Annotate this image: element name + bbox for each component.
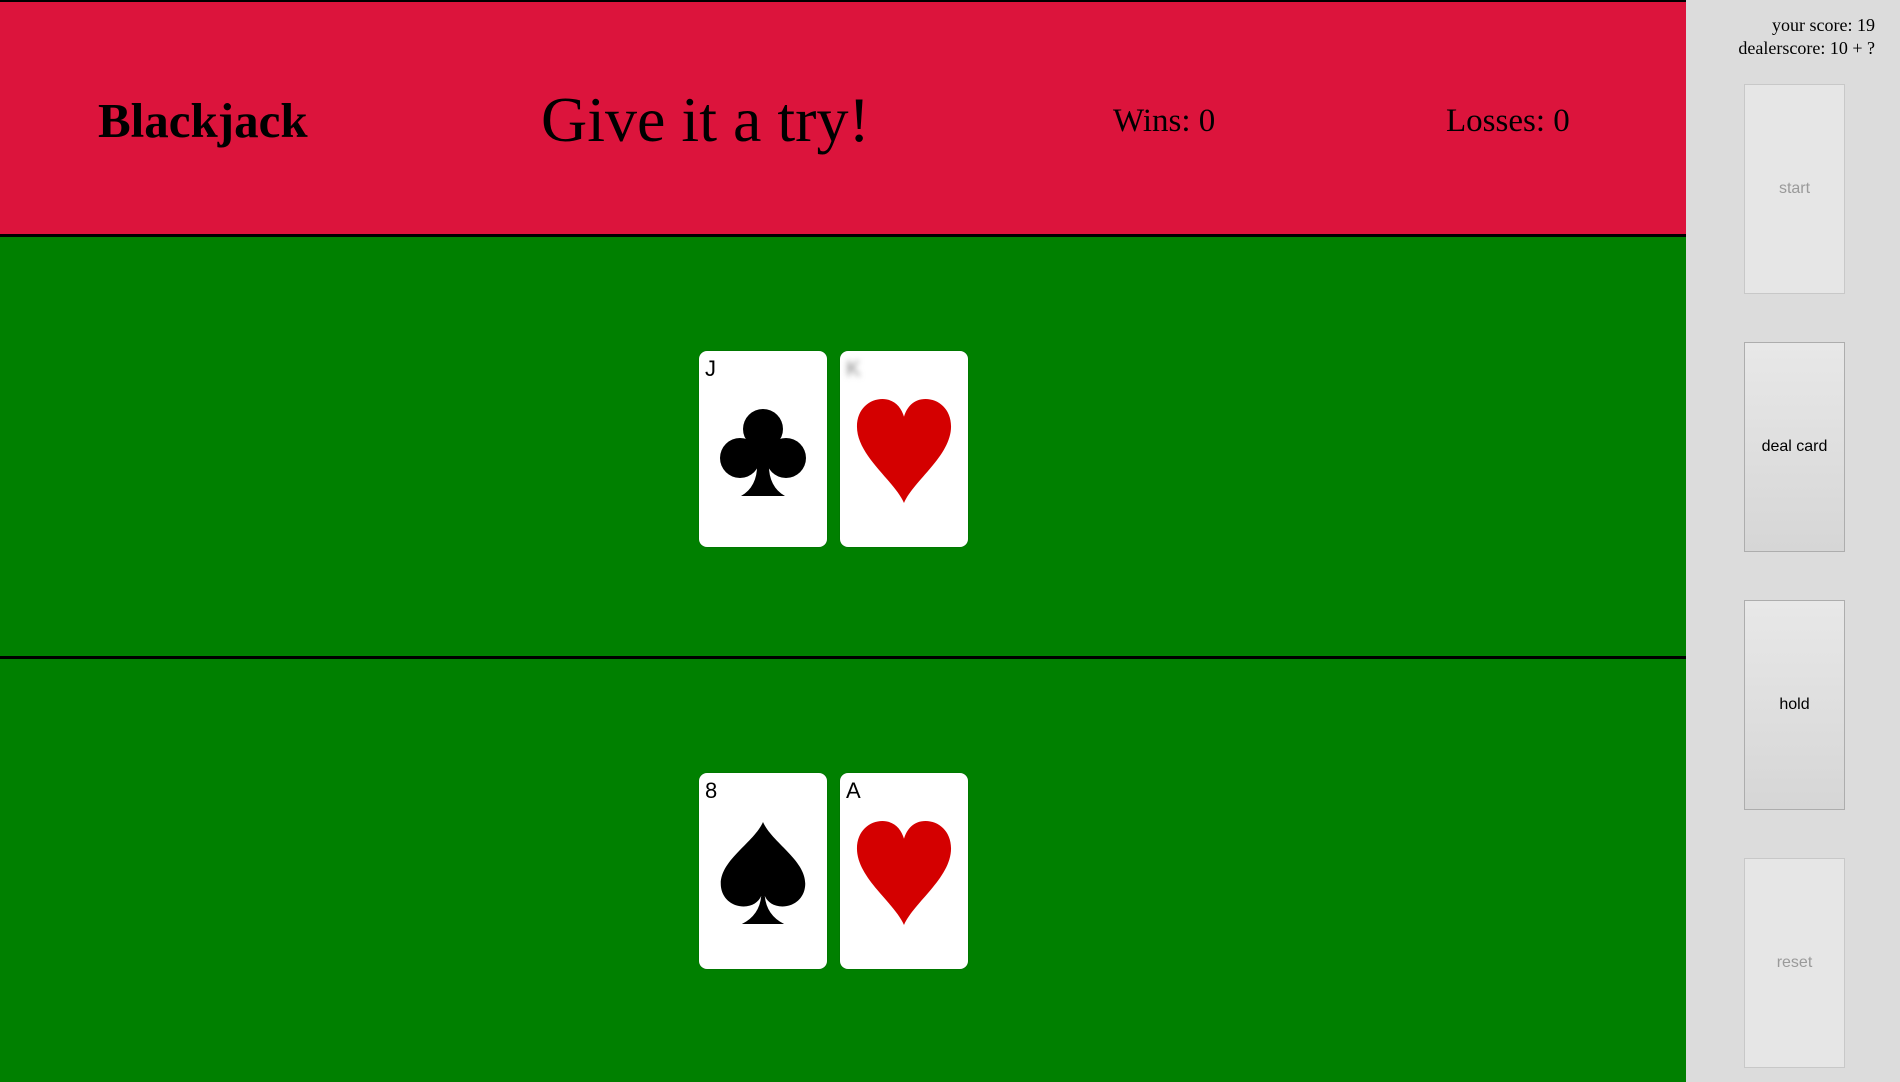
- player-area: 8 A: [0, 659, 1686, 1082]
- card-rank: 8: [705, 778, 718, 803]
- dealer-card-1: J: [699, 351, 827, 547]
- score-panel: your score: 19 dealerscore: 10 + ?: [1738, 14, 1875, 60]
- status-message: Give it a try!: [541, 84, 870, 155]
- reset-button[interactable]: reset: [1744, 858, 1845, 1068]
- dealer-hand: J K: [699, 351, 968, 547]
- losses-counter: Losses: 0: [1446, 103, 1570, 139]
- card-rank-hidden: K: [846, 356, 861, 381]
- card-rank: J: [705, 356, 716, 381]
- your-score: your score: 19: [1772, 15, 1875, 35]
- dealer-area: J K: [0, 237, 1686, 659]
- player-card-1: 8: [699, 773, 827, 969]
- heart-icon: [840, 381, 968, 521]
- deal-card-button[interactable]: deal card: [1744, 342, 1845, 552]
- header-bar: Blackjack Give it a try! Wins: 0 Losses:…: [0, 2, 1686, 237]
- card-rank: A: [846, 778, 861, 803]
- hold-button[interactable]: hold: [1744, 600, 1845, 810]
- control-sidebar: your score: 19 dealerscore: 10 + ? start…: [1688, 0, 1900, 1080]
- spade-icon: [699, 803, 827, 943]
- wins-counter: Wins: 0: [1113, 103, 1216, 139]
- club-icon: [699, 381, 827, 521]
- game-title: Blackjack: [98, 93, 308, 148]
- player-hand: 8 A: [699, 773, 968, 969]
- dealer-card-2: K: [840, 351, 968, 547]
- dealer-score: dealerscore: 10 + ?: [1738, 38, 1875, 58]
- heart-icon: [840, 803, 968, 943]
- start-button[interactable]: start: [1744, 84, 1845, 294]
- player-card-2: A: [840, 773, 968, 969]
- game-board: Blackjack Give it a try! Wins: 0 Losses:…: [0, 0, 1686, 1082]
